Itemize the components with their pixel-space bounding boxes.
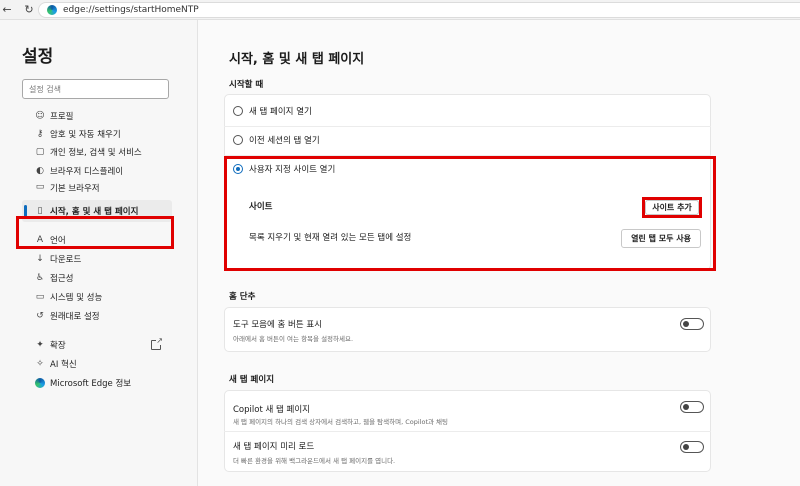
edge-icon <box>35 378 45 388</box>
browser-icon: ▭ <box>35 182 45 192</box>
edge-icon <box>47 5 57 15</box>
key-icon: ⚷ <box>36 129 44 139</box>
settings-search-input[interactable]: 설정 검색 <box>22 79 169 99</box>
radio-new-tab[interactable]: 새 탭 페이지 열기 <box>233 105 312 117</box>
preload-ntp-toggle[interactable] <box>680 441 704 453</box>
url-text: edge://settings/startHomeNTP <box>63 5 199 15</box>
back-icon[interactable]: ← <box>0 3 14 17</box>
sidebar-item-passwords[interactable]: ⚷ 암호 및 자동 채우기 <box>35 126 121 142</box>
main-content: 시작, 홈 및 새 탭 페이지 시작할 때 새 탭 페이지 열기 이전 세션의 … <box>199 20 800 486</box>
address-bar: ← ↻ edge://settings/startHomeNTP <box>0 0 800 20</box>
radio-button[interactable] <box>233 106 243 116</box>
show-home-button-label: 도구 모음에 홈 버튼 표시 <box>233 320 323 330</box>
sidebar-item-extensions[interactable]: ✦ 확장 <box>35 337 65 353</box>
copilot-ntp-toggle[interactable] <box>680 401 704 413</box>
sidebar-item-downloads[interactable]: ↓ 다운로드 <box>35 251 81 267</box>
sidebar-item-accessibility[interactable]: ♿ 접근성 <box>35 270 74 286</box>
sidebar-item-appearance[interactable]: ◐ 브라우저 디스플레이 <box>35 163 123 179</box>
sidebar-item-system[interactable]: ▭ 시스템 및 성능 <box>35 289 103 305</box>
sidebar-item-ai-innovation[interactable]: ✧ AI 혁신 <box>35 356 76 372</box>
external-link-icon[interactable] <box>151 336 163 350</box>
url-field[interactable]: edge://settings/startHomeNTP <box>38 2 800 18</box>
lock-icon: ▢ <box>35 147 45 157</box>
palette-icon: ◐ <box>36 166 44 176</box>
preload-ntp-desc: 더 빠른 환경을 위해 백그라운드에서 새 탭 페이지를 엽니다. <box>233 457 396 465</box>
download-icon: ↓ <box>36 254 44 264</box>
show-home-button-desc: 아래에서 홈 버튼이 여는 항목을 설정하세요. <box>233 335 354 343</box>
home-button-heading: 홈 단추 <box>229 292 256 302</box>
highlight-box-sidebar <box>16 216 174 249</box>
copilot-ntp-desc: 새 탭 페이지의 하나의 검색 상자에서 검색하고, 웹을 탐색하며, Copi… <box>233 418 449 426</box>
home-button-toggle[interactable] <box>680 318 704 330</box>
home-page-icon: ▯ <box>37 206 43 216</box>
copilot-ntp-label: Copilot 새 탭 페이지 <box>233 405 310 415</box>
profile-icon: ☺ <box>35 111 45 121</box>
refresh-icon[interactable]: ↻ <box>22 3 36 17</box>
highlight-box-add-site <box>642 197 702 218</box>
startup-heading: 시작할 때 <box>229 80 264 90</box>
accessibility-icon: ♿ <box>35 273 45 283</box>
sidebar-item-about-edge[interactable]: Microsoft Edge 정보 <box>35 375 131 391</box>
reset-icon: ↺ <box>36 311 44 321</box>
radio-button[interactable] <box>233 135 243 145</box>
sidebar: 설정 설정 검색 ☺ 프로필 ⚷ 암호 및 자동 채우기 ▢ 개인 정보, 검색 및 … <box>0 20 198 486</box>
sidebar-item-default-browser[interactable]: ▭ 기본 브라우저 <box>35 182 100 192</box>
puzzle-icon: ✦ <box>36 340 44 350</box>
ai-icon: ✧ <box>36 359 44 369</box>
sidebar-item-privacy[interactable]: ▢ 개인 정보, 검색 및 서비스 <box>35 144 142 160</box>
divider <box>224 431 711 432</box>
laptop-icon: ▭ <box>35 292 45 302</box>
divider <box>224 126 711 127</box>
preload-ntp-label: 새 탭 페이지 미리 로드 <box>233 442 315 452</box>
settings-title: 설정 <box>22 47 54 67</box>
radio-previous-session[interactable]: 이전 세션의 탭 열기 <box>233 134 320 146</box>
sidebar-item-profile[interactable]: ☺ 프로필 <box>35 108 73 124</box>
sidebar-item-reset[interactable]: ↺ 원래대로 설정 <box>35 308 99 324</box>
new-tab-heading: 새 탭 페이지 <box>229 375 275 385</box>
page-title: 시작, 홈 및 새 탭 페이지 <box>229 52 365 67</box>
